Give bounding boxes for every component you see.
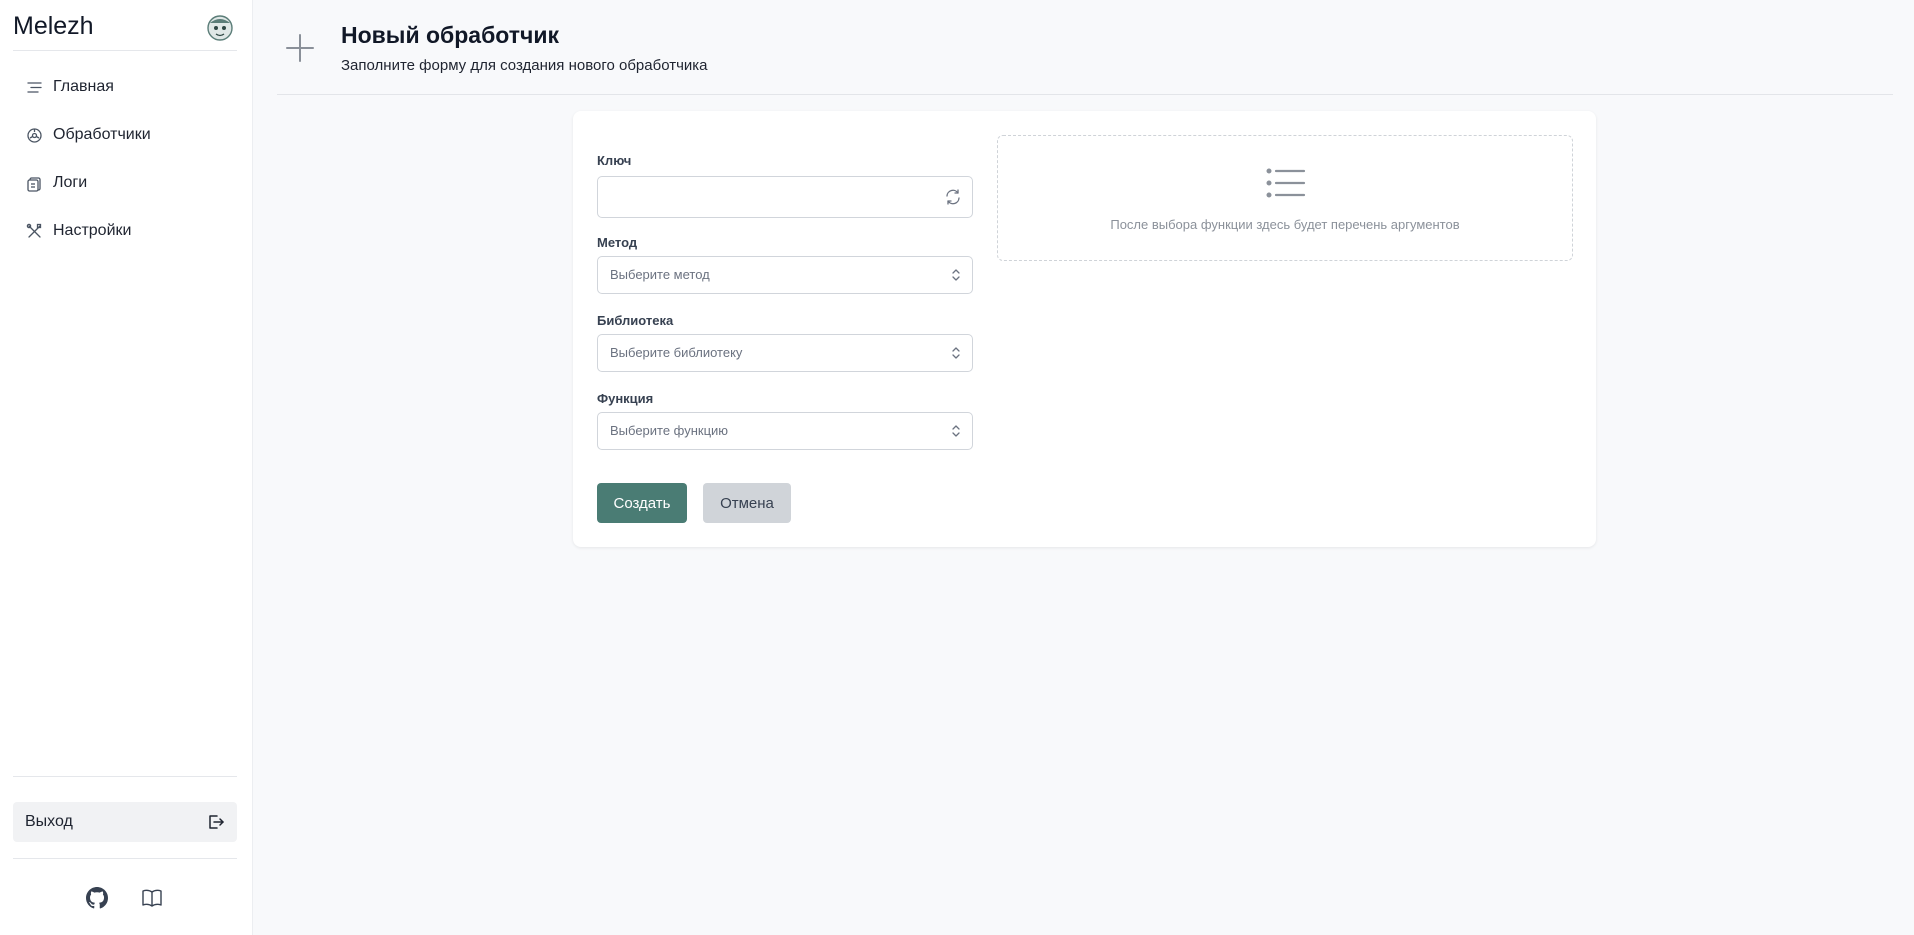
- sidebar-item-label: Главная: [53, 78, 114, 95]
- page-title: Новый обработчик: [341, 22, 560, 48]
- page-subtitle: Заполните форму для создания нового обра…: [341, 57, 708, 74]
- sidebar-item-label: Логи: [53, 174, 88, 191]
- logout-button[interactable]: Выход: [13, 802, 237, 842]
- logout-label: Выход: [25, 813, 73, 830]
- list-icon: [27, 81, 42, 93]
- tools-icon: [26, 223, 42, 238]
- clipboard-icon: [27, 176, 41, 192]
- sidebar-divider-top: [13, 50, 237, 51]
- function-placeholder: Выберите функцию: [610, 423, 729, 438]
- sidebar-item-home[interactable]: Главная: [13, 69, 237, 105]
- handler-form-card: Ключ Метод Выберите метод Библиотека Выб…: [573, 111, 1596, 547]
- chevron-updown-icon: [952, 347, 960, 359]
- library-select[interactable]: Выберите библиотеку: [597, 334, 973, 372]
- library-placeholder: Выберите библиотеку: [610, 345, 743, 360]
- mascot-avatar-icon[interactable]: [205, 12, 235, 42]
- method-placeholder: Выберите метод: [610, 267, 710, 282]
- key-label: Ключ: [597, 153, 632, 168]
- sidebar-divider-footer: [13, 858, 237, 859]
- method-select[interactable]: Выберите метод: [597, 256, 973, 294]
- sidebar-item-handlers[interactable]: Обработчики: [13, 117, 237, 153]
- create-button[interactable]: Создать: [597, 483, 687, 523]
- sidebar-item-settings[interactable]: Настройки: [13, 213, 237, 249]
- function-select[interactable]: Выберите функцию: [597, 412, 973, 450]
- book-icon[interactable]: [141, 887, 163, 909]
- header-divider: [277, 94, 1893, 95]
- sidebar-item-logs[interactable]: Логи: [13, 165, 237, 201]
- cancel-button[interactable]: Отмена: [703, 483, 791, 523]
- github-icon[interactable]: [86, 887, 108, 909]
- arguments-placeholder-panel: После выбора функции здесь будет перечен…: [997, 135, 1573, 261]
- function-label: Функция: [597, 391, 654, 406]
- arguments-hint: После выбора функции здесь будет перечен…: [1110, 217, 1460, 232]
- sidebar-item-label: Обработчики: [53, 126, 151, 143]
- library-label: Библиотека: [597, 313, 674, 328]
- chevron-updown-icon: [952, 269, 960, 281]
- key-input[interactable]: [598, 177, 972, 217]
- key-field: [597, 176, 973, 218]
- method-label: Метод: [597, 235, 638, 250]
- list-bullets-icon: [1266, 168, 1306, 198]
- cog-icon: [27, 127, 42, 143]
- chevron-updown-icon: [952, 425, 960, 437]
- sidebar: Melezh Главная Обработчики Логи Настройк…: [0, 0, 253, 935]
- refresh-icon[interactable]: [944, 188, 962, 206]
- plus-icon: [286, 34, 314, 62]
- sidebar-item-label: Настройки: [53, 222, 132, 239]
- brand-title: Melezh: [13, 12, 94, 40]
- logout-icon: [209, 815, 224, 829]
- sidebar-divider-bottom: [13, 776, 237, 777]
